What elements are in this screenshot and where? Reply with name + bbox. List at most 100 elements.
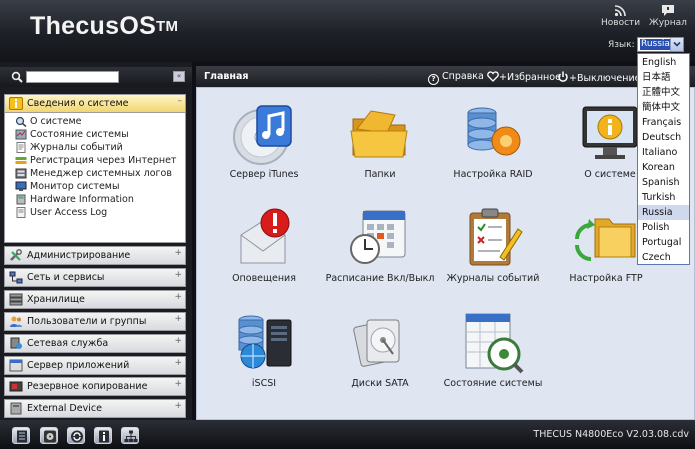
tile-folders[interactable]: Папки [325, 101, 435, 180]
tile-label: Диски SATA [351, 378, 409, 389]
sidebar-item-system-status[interactable]: Состояние системы [15, 128, 129, 141]
language-label: Язык: [608, 40, 635, 50]
lang-option[interactable]: 日本語 [638, 70, 689, 85]
dock-server-button[interactable] [12, 427, 30, 444]
ftp-folder-icon [575, 218, 636, 261]
shutdown-button[interactable]: +Выключение [557, 71, 640, 84]
magnifier-icon [15, 116, 27, 127]
section-users-groups[interactable]: Пользователи и группы + [4, 312, 186, 331]
sidebar-item-syslog-manager[interactable]: Менеджер системных логов [15, 167, 172, 180]
dock-info-button[interactable] [94, 427, 112, 444]
lang-option[interactable]: English [638, 55, 689, 70]
section-system-info[interactable]: Сведения о системе – [4, 94, 186, 113]
raid-icon [467, 107, 521, 156]
section-administration[interactable]: Администрирование + [4, 246, 186, 265]
disk-icon [44, 430, 56, 443]
info-icon [99, 430, 109, 443]
sync-icon [71, 430, 83, 443]
journal-button[interactable]: Журнал [649, 4, 687, 28]
section-network-services[interactable]: Сеть и сервисы + [4, 268, 186, 287]
dock-disk-button[interactable] [40, 427, 58, 444]
sidebar-search-bar: « [0, 67, 192, 87]
heart-icon [487, 71, 499, 82]
network-tree-icon [124, 430, 138, 442]
lang-option[interactable]: Français [638, 115, 689, 130]
registration-icon [15, 157, 27, 164]
backup-icon [9, 381, 23, 392]
lang-option[interactable]: Spanish [638, 175, 689, 190]
status-chart-icon [465, 313, 524, 374]
app-logo: ThecusOSTM [30, 12, 179, 40]
external-device-icon [10, 402, 22, 415]
lang-option-selected[interactable]: Russia [638, 205, 689, 220]
rss-icon [614, 5, 626, 17]
tile-label: Журналы событий [446, 273, 540, 284]
tile-label: Настройка RAID [453, 169, 533, 180]
sidebar-item-event-logs[interactable]: Журналы событий [15, 141, 123, 154]
tile-itunes-server[interactable]: Сервер iTunes [209, 101, 319, 180]
bottom-dock: THECUS N4800Eco V2.03.08.cdv [0, 420, 695, 449]
tile-event-logs[interactable]: Журналы событий [438, 205, 548, 284]
lang-option[interactable]: 正體中文 [638, 85, 689, 100]
sidebar-item-user-access-log[interactable]: User Access Log [15, 206, 107, 219]
status-icon [15, 129, 27, 140]
clipboard-icon [469, 208, 523, 266]
section-network-service[interactable]: Сетевая служба + [4, 334, 186, 353]
lang-option[interactable]: Korean [638, 160, 689, 175]
language-select[interactable]: Russia [637, 37, 684, 52]
sidebar-item-about[interactable]: О системе [15, 115, 82, 128]
network-service-icon [10, 337, 22, 349]
tile-sata-disks[interactable]: Диски SATA [325, 310, 435, 389]
main-panel: Главная ? Справка +Избранное +Выключение … [196, 66, 695, 420]
section-external-device[interactable]: External Device + [4, 399, 186, 418]
favorites-button[interactable]: +Избранное [487, 71, 561, 83]
help-button[interactable]: ? Справка [428, 71, 484, 85]
tile-power-schedule[interactable]: Расписание Вкл/Выкл [325, 205, 435, 284]
lang-option[interactable]: 簡体中文 [638, 100, 689, 115]
tile-raid-config[interactable]: Настройка RAID [438, 101, 548, 180]
section-backup[interactable]: Резервное копирование + [4, 377, 186, 396]
dashboard-content: Сервер iTunes Папки Настройка RAID О сис… [196, 87, 695, 420]
firmware-version: THECUS N4800Eco V2.03.08.cdv [533, 429, 689, 440]
tile-notifications[interactable]: Оповещения [209, 205, 319, 284]
language-value: Russia [640, 39, 671, 50]
journal-label: Журнал [649, 18, 687, 28]
app-server-icon [9, 359, 23, 372]
folder-icon [350, 110, 408, 158]
search-input[interactable] [26, 71, 119, 83]
tile-system-status[interactable]: Состояние системы [438, 310, 548, 389]
alert-mail-icon [240, 208, 290, 264]
sidebar-item-system-monitor[interactable]: Монитор системы [15, 180, 119, 193]
header-bar: ThecusOSTM Новости Журнал Язык: Russia [0, 0, 695, 62]
log-icon [16, 142, 26, 153]
dock-sync-button[interactable] [67, 427, 85, 444]
tools-icon [10, 249, 22, 261]
help-icon: ? [428, 74, 439, 85]
section-application-server[interactable]: Сервер приложений + [4, 356, 186, 375]
chevron-down-icon[interactable] [670, 38, 683, 51]
server-icon [17, 430, 27, 443]
tile-label: Оповещения [232, 273, 296, 284]
lang-option[interactable]: Polish [638, 220, 689, 235]
lang-option[interactable]: Italiano [638, 145, 689, 160]
dock-network-button[interactable] [121, 427, 139, 444]
tile-iscsi[interactable]: iSCSI [209, 310, 319, 389]
iscsi-icon [238, 315, 292, 369]
news-label: Новости [601, 18, 641, 28]
sidebar-item-registration[interactable]: Регистрация через Интернет [15, 154, 176, 167]
lang-option[interactable]: Turkish [638, 190, 689, 205]
sidebar-item-hardware-info[interactable]: Hardware Information [15, 193, 134, 206]
lang-option[interactable]: Czech [638, 250, 689, 265]
lang-option[interactable]: Portugal [638, 235, 689, 250]
news-button[interactable]: Новости [601, 4, 640, 28]
tile-label: Состояние системы [443, 378, 543, 389]
syslog-icon [15, 168, 27, 179]
network-icon [9, 271, 23, 284]
section-storage[interactable]: Хранилище + [4, 290, 186, 309]
collapse-sidebar-button[interactable]: « [173, 71, 185, 82]
language-dropdown[interactable]: English 日本語 正體中文 簡体中文 Français Deutsch I… [637, 53, 690, 265]
hardware-icon [16, 194, 26, 205]
tile-label: Сервер iTunes [229, 169, 299, 180]
lang-option[interactable]: Deutsch [638, 130, 689, 145]
main-toolbar: Главная ? Справка +Избранное +Выключение [196, 66, 695, 87]
